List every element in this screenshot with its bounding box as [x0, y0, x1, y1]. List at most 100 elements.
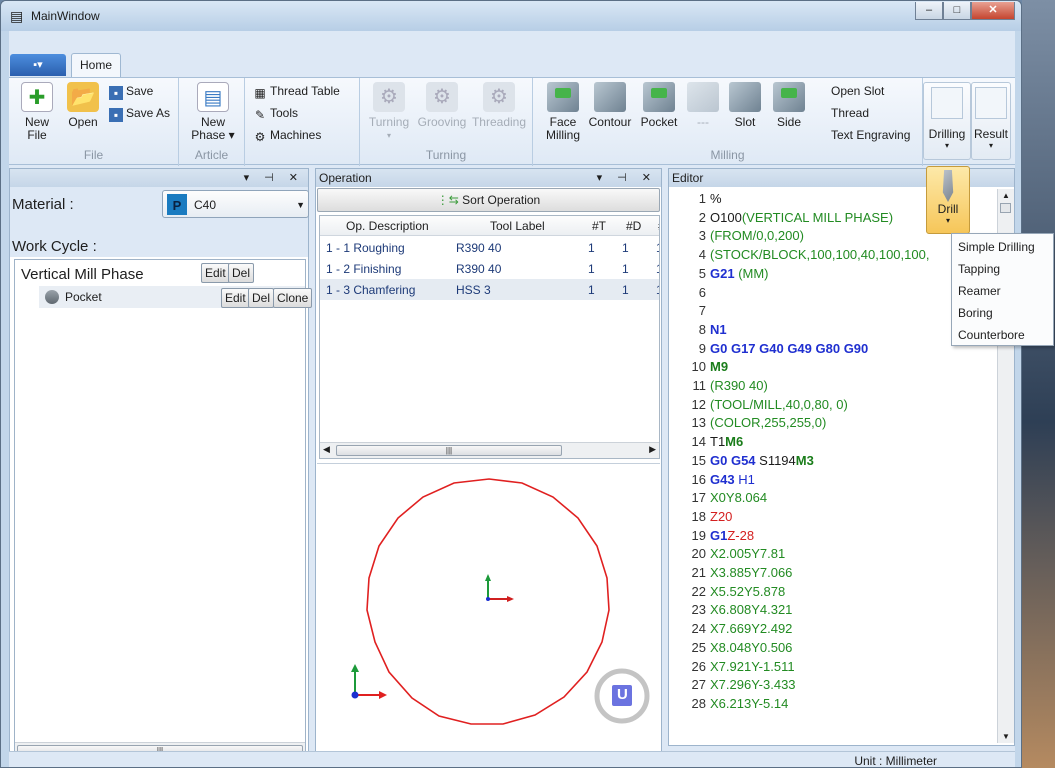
- op-clone-button[interactable]: Clone: [273, 288, 313, 308]
- code-line[interactable]: 16 G43 H1: [669, 472, 997, 491]
- menu-item-reamer[interactable]: Reamer: [958, 284, 1001, 298]
- code-token: X2.005Y7.81: [710, 546, 786, 562]
- table-horizontal-scrollbar[interactable]: ◀ ||| ▶: [320, 442, 659, 458]
- title-bar[interactable]: ▤ MainWindow – □ ✕: [1, 1, 1021, 31]
- gcode-editor[interactable]: 1% 2 O100(VERTICAL MILL PHASE) 3 (FROM/0,0,2…: [669, 191, 997, 741]
- drill-button[interactable]: Drill ▾: [926, 166, 970, 234]
- side-button[interactable]: Side: [769, 82, 809, 129]
- code-line[interactable]: 14 T1M6: [669, 434, 997, 453]
- result-button[interactable]: Result ▾: [971, 82, 1011, 160]
- application-menu-button[interactable]: ▪▾: [10, 54, 66, 76]
- code-line[interactable]: 11 (R390 40): [669, 378, 997, 397]
- result-dropdown-arrow: ▾: [988, 141, 993, 150]
- tools-button[interactable]: ✎ Tools: [253, 106, 298, 122]
- col-t[interactable]: #T: [592, 219, 606, 233]
- menu-item-tapping[interactable]: Tapping: [958, 262, 1000, 276]
- tab-home[interactable]: Home: [71, 53, 121, 77]
- code-line[interactable]: 5 G21 (MM): [669, 266, 997, 285]
- code-line[interactable]: 12 (TOOL/MILL,40,0,80, 0): [669, 397, 997, 416]
- open-slot-button[interactable]: Open Slot: [831, 84, 884, 98]
- code-line[interactable]: 17 X0Y8.064: [669, 490, 997, 509]
- scroll-right-arrow[interactable]: ▶: [649, 444, 656, 455]
- col-tool-label[interactable]: Tool Label: [490, 219, 545, 233]
- machines-button[interactable]: ⚙ Machines: [253, 128, 322, 144]
- thread-button[interactable]: Thread: [831, 106, 869, 120]
- code-line[interactable]: 9 G0 G17 G40 G49 G80 G90: [669, 341, 997, 360]
- code-line[interactable]: 23 X6.808Y4.321: [669, 602, 997, 621]
- material-select[interactable]: P C40 ▼: [162, 190, 309, 218]
- code-line[interactable]: 21 X3.885Y7.066: [669, 565, 997, 584]
- work-cycle-label: Work Cycle :: [12, 238, 97, 255]
- machines-label: Machines: [270, 128, 322, 142]
- col-d[interactable]: #D: [626, 219, 641, 233]
- code-line[interactable]: 10 M9: [669, 359, 997, 378]
- scroll-up-arrow[interactable]: ▲: [1002, 191, 1010, 200]
- menu-item-counterbore[interactable]: Counterbore: [958, 328, 1025, 342]
- maximize-button[interactable]: □: [943, 2, 971, 20]
- code-line[interactable]: 18 Z20: [669, 509, 997, 528]
- col-op-description[interactable]: Op. Description: [346, 219, 429, 233]
- sort-operation-button[interactable]: ⋮⇆ Sort Operation: [317, 188, 660, 212]
- minimize-button[interactable]: –: [915, 2, 943, 20]
- line-number: 7: [698, 303, 706, 319]
- table-row[interactable]: 1 - 2 Finishing R390 40 1 1 1: [320, 258, 659, 279]
- phase-edit-button[interactable]: Edit: [201, 263, 230, 283]
- save-as-button[interactable]: ▪ Save As: [109, 106, 170, 122]
- toolpath-viewport[interactable]: U: [317, 463, 660, 765]
- thread-table-button[interactable]: ▦ Thread Table: [253, 84, 340, 100]
- open-button[interactable]: 📂 Open: [65, 82, 101, 129]
- scroll-left-arrow[interactable]: ◀: [323, 444, 330, 455]
- table-row[interactable]: 1 - 3 Chamfering HSS 3 1 1 1: [320, 279, 659, 300]
- new-phase-button[interactable]: ▤ New Phase ▾: [191, 82, 235, 142]
- code-line[interactable]: 6: [669, 285, 997, 304]
- threading-button[interactable]: ⚙ Threading: [470, 82, 528, 129]
- tree-operation-row[interactable]: Pocket Edit Del Clone: [39, 286, 313, 308]
- close-button[interactable]: ✕: [971, 2, 1015, 20]
- pocket-label: Pocket: [640, 115, 678, 129]
- save-button[interactable]: ▪ Save: [109, 84, 153, 100]
- disabled-milling-button[interactable]: ---: [683, 82, 723, 129]
- code-line[interactable]: 20 X2.005Y7.81: [669, 546, 997, 565]
- table-scroll-thumb[interactable]: |||: [336, 445, 562, 456]
- table-row[interactable]: 1 - 1 Roughing R390 40 1 1 1: [320, 237, 659, 258]
- op-edit-button[interactable]: Edit: [221, 288, 250, 308]
- text-engraving-button[interactable]: Text Engraving: [831, 128, 910, 142]
- menu-item-boring[interactable]: Boring: [958, 306, 993, 320]
- turning-dropdown-arrow: ▾: [386, 131, 391, 140]
- code-line[interactable]: 24 X7.669Y2.492: [669, 621, 997, 640]
- code-line[interactable]: 26 X7.921Y-1.511: [669, 659, 997, 678]
- drill-dropdown-arrow: ▾: [945, 216, 950, 225]
- phase-del-button[interactable]: Del: [228, 263, 255, 283]
- operation-panel-controls[interactable]: ▾ ⊣ ✕: [597, 169, 657, 187]
- material-area: Material : P C40 ▼ Work Cycle :: [10, 187, 309, 257]
- code-line[interactable]: 25 X8.048Y0.506: [669, 640, 997, 659]
- menu-item-simple-drilling[interactable]: Simple Drilling: [958, 240, 1035, 254]
- grooving-button[interactable]: ⚙ Grooving: [416, 82, 468, 129]
- code-line[interactable]: 13 (COLOR,255,255,0): [669, 415, 997, 434]
- panel-controls[interactable]: ▾ ⊣ ✕: [244, 169, 304, 187]
- editor-scroll-thumb[interactable]: [1000, 203, 1011, 213]
- code-line[interactable]: 22 X5.52Y5.878: [669, 584, 997, 603]
- line-number: 16: [691, 471, 706, 487]
- scroll-down-arrow[interactable]: ▼: [1002, 732, 1010, 741]
- work-cycle-panel: ▾ ⊣ ✕ Material : P C40 ▼ Work Cycle : Ve…: [9, 168, 313, 766]
- code-line[interactable]: 4 (STOCK/BLOCK,100,100,40,100,100,: [669, 247, 997, 266]
- tree-phase-row[interactable]: Vertical Mill Phase Edit Del: [15, 262, 305, 284]
- op-del-button[interactable]: Del: [248, 288, 275, 308]
- code-line[interactable]: 19 G1Z-28: [669, 528, 997, 547]
- slot-button[interactable]: Slot: [725, 82, 765, 129]
- save-icon: ▪: [109, 86, 123, 100]
- pocket-button[interactable]: Pocket: [637, 82, 681, 129]
- contour-button[interactable]: Contour: [585, 82, 635, 129]
- code-line[interactable]: 8 N1: [669, 322, 997, 341]
- face-milling-button[interactable]: Face Milling: [541, 82, 585, 142]
- new-file-button[interactable]: ✚ New File: [19, 82, 55, 142]
- code-line[interactable]: 15 G0 G54 S1194M3: [669, 453, 997, 472]
- code-token: (STOCK/BLOCK,100,100,40,100,100,: [710, 247, 930, 263]
- code-line[interactable]: 7: [669, 303, 997, 322]
- turning-button[interactable]: ⚙ Turning ▾: [364, 82, 414, 142]
- code-line[interactable]: 28 X6.213Y-5.14: [669, 696, 997, 715]
- col-extra[interactable]: #: [658, 219, 659, 233]
- code-line[interactable]: 27 X7.296Y-3.433: [669, 677, 997, 696]
- drilling-button[interactable]: Drilling ▾: [923, 82, 971, 160]
